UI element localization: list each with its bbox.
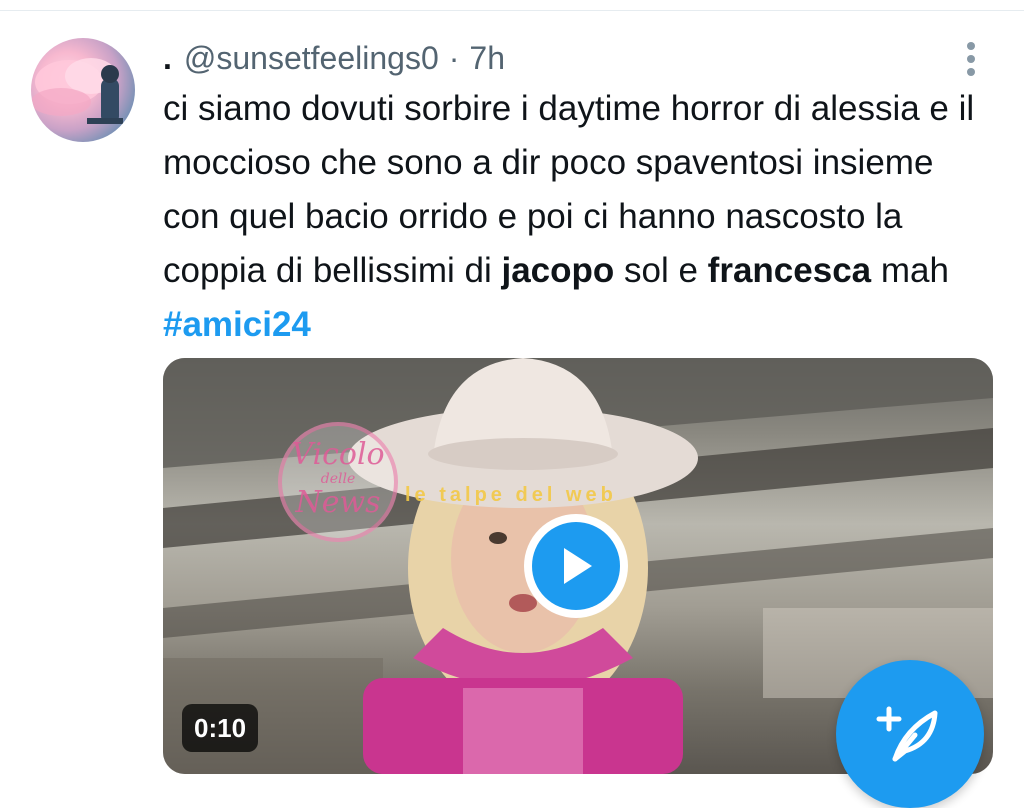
tweet-text-part: sol e — [614, 251, 708, 290]
compose-feather-icon — [876, 706, 938, 762]
avatar-image — [31, 58, 123, 124]
play-button-inner — [532, 522, 620, 610]
mention-francesca: francesca — [707, 251, 872, 290]
play-button[interactable] — [524, 514, 628, 618]
play-icon — [564, 548, 592, 584]
tweet-time[interactable]: 7h — [469, 40, 505, 77]
tweet-text: ci siamo dovuti sorbire i daytime horror… — [163, 82, 993, 352]
watermark-talpe: le talpe del web — [405, 484, 617, 506]
avatar[interactable] — [31, 38, 135, 142]
author-name[interactable]: . — [163, 40, 172, 77]
header-separator: · — [448, 39, 460, 76]
watermark-line: delle — [320, 471, 356, 487]
hashtag-link[interactable]: #amici24 — [163, 305, 311, 344]
author-handle[interactable]: @sunsetfeelings0 — [184, 40, 439, 77]
mention-jacopo: jacopo — [501, 251, 615, 290]
tweet-text-part: mah — [871, 251, 949, 290]
top-divider — [0, 10, 1024, 11]
watermark-vicolo: Vicolo delle News — [278, 422, 398, 542]
video-duration-badge: 0:10 — [182, 704, 259, 752]
watermark-line: Vicolo — [291, 437, 385, 472]
tweet-header: . @sunsetfeelings0 · 7h — [163, 36, 505, 80]
watermark-line: News — [295, 485, 381, 520]
more-vertical-icon[interactable] — [958, 40, 984, 80]
